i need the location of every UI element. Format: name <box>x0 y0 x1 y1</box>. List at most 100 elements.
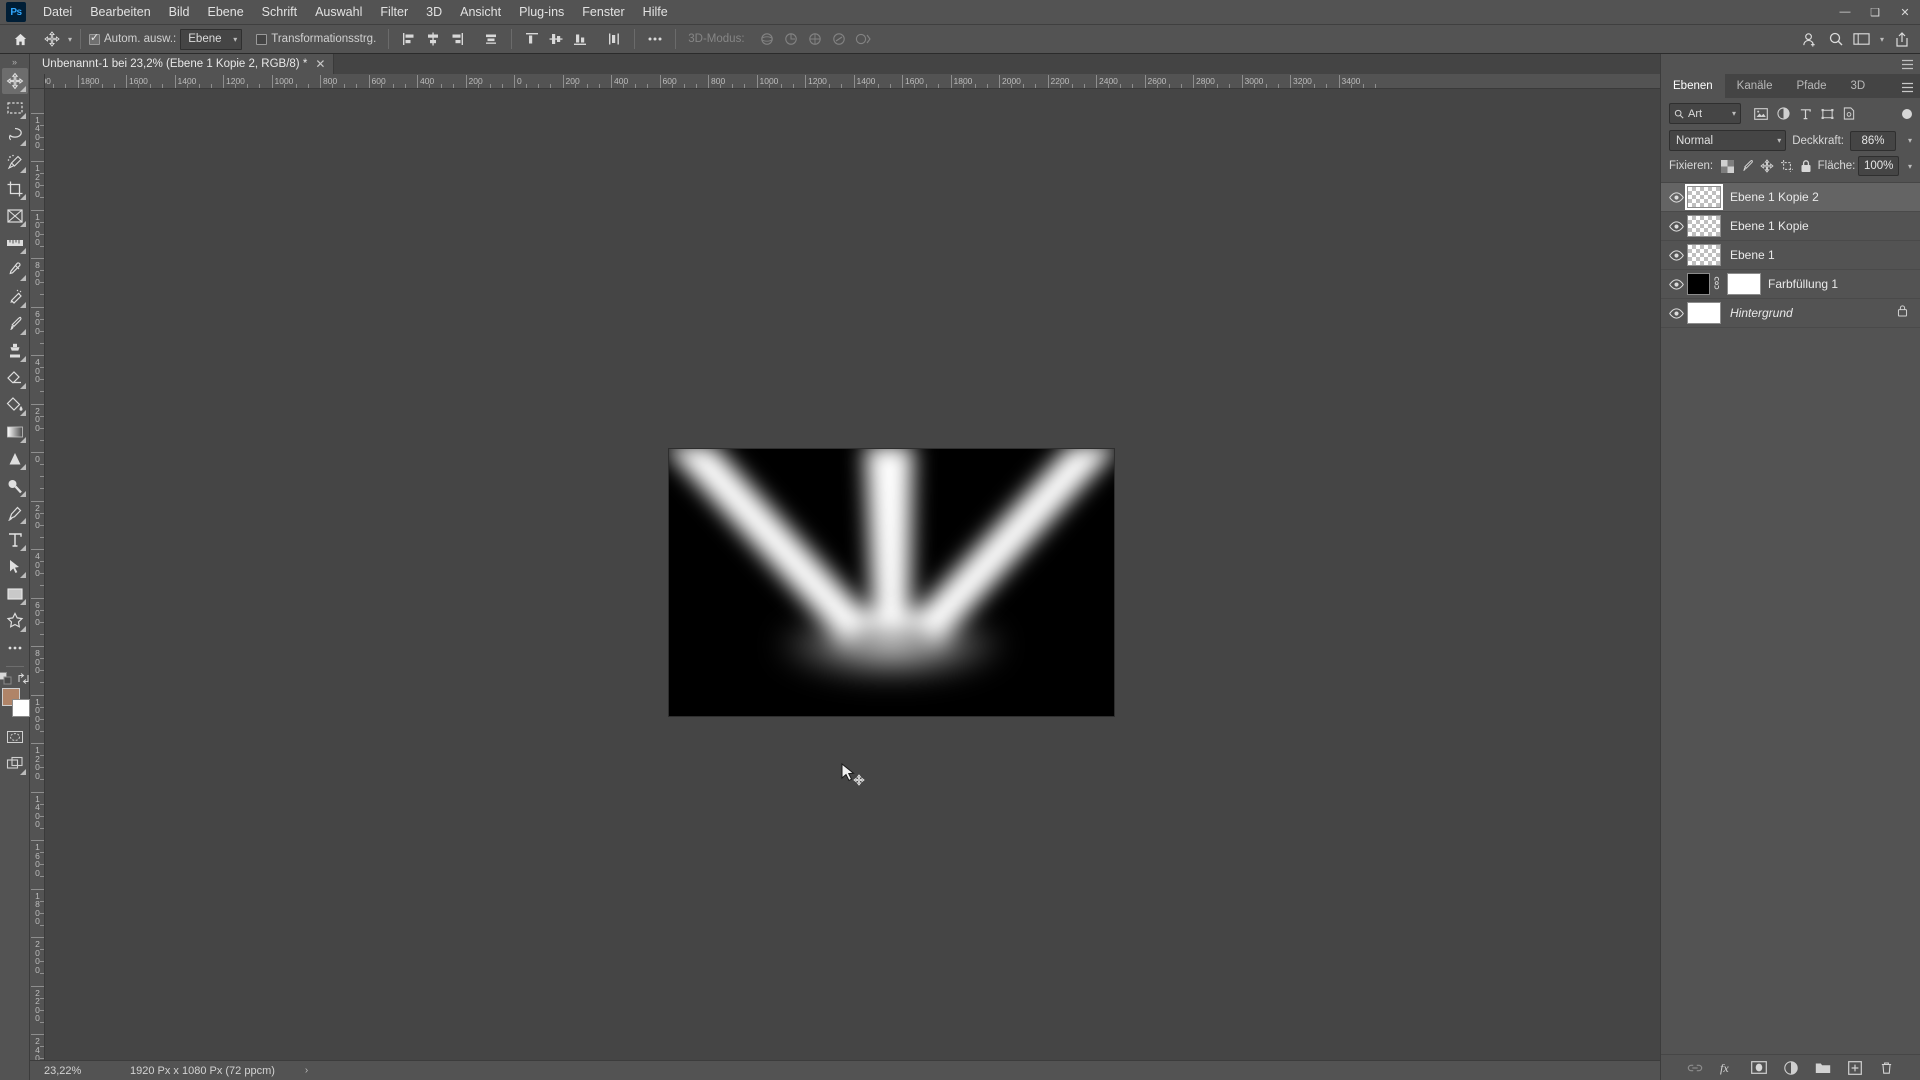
move-tool-icon[interactable] <box>42 29 62 49</box>
shape-filter-icon[interactable] <box>1817 104 1837 124</box>
panel-expand-handle[interactable] <box>1661 54 1920 74</box>
spot-healing-brush-tool[interactable] <box>2 284 28 310</box>
pixel-filter-icon[interactable] <box>1751 104 1771 124</box>
quick-mask-icon[interactable] <box>2 724 28 750</box>
tab-pfade[interactable]: Pfade <box>1784 74 1839 98</box>
rectangle-tool[interactable] <box>2 581 28 607</box>
align-left-icon[interactable] <box>397 28 421 50</box>
menu-item-3d[interactable]: 3D <box>417 2 451 22</box>
menu-item-hilfe[interactable]: Hilfe <box>634 2 677 22</box>
menu-item-bild[interactable]: Bild <box>160 2 199 22</box>
background-color-swatch[interactable] <box>11 699 30 717</box>
tab-kan-le[interactable]: Kanäle <box>1724 74 1785 98</box>
eyedropper-tool[interactable] <box>2 257 28 283</box>
maximize-button[interactable]: ❑ <box>1860 0 1890 24</box>
new-group-icon[interactable] <box>1814 1059 1832 1077</box>
ruler-corner[interactable] <box>30 74 45 89</box>
fill-input[interactable]: 100% <box>1858 156 1900 176</box>
crop-tool[interactable] <box>2 176 28 202</box>
eraser-tool[interactable] <box>2 365 28 391</box>
lock-artboard-icon[interactable] <box>1778 157 1795 176</box>
more-options-icon[interactable] <box>643 28 667 50</box>
lock-transparency-icon[interactable] <box>1719 157 1736 176</box>
menu-item-fenster[interactable]: Fenster <box>573 2 633 22</box>
edit-toolbar-tool[interactable] <box>2 635 28 661</box>
lock-all-icon[interactable] <box>1798 157 1815 176</box>
layer-filter-select[interactable]: Art ▾ <box>1669 103 1741 124</box>
layer-thumbnail[interactable] <box>1687 244 1721 266</box>
layer-row[interactable]: Hintergrund <box>1661 299 1920 328</box>
align-center-h-icon[interactable] <box>421 28 445 50</box>
lock-position-icon[interactable] <box>1759 157 1776 176</box>
eye-icon[interactable] <box>1665 278 1687 290</box>
menu-item-auswahl[interactable]: Auswahl <box>306 2 371 22</box>
share-icon[interactable] <box>1890 28 1914 50</box>
distribute-h-icon[interactable] <box>479 28 503 50</box>
vertical-ruler[interactable]: 1400 1200 1000 800 600 400 200 0 200 400 600 800 100… <box>30 89 45 1060</box>
move-tool[interactable] <box>1 68 28 94</box>
layer-name[interactable]: Ebene 1 Kopie <box>1730 219 1920 233</box>
brush-tool[interactable] <box>2 311 28 337</box>
canvas-area[interactable] <box>45 89 1660 1060</box>
eye-icon[interactable] <box>1665 220 1687 232</box>
close-icon[interactable]: ✕ <box>315 57 325 71</box>
tab-3d[interactable]: 3D <box>1838 74 1878 98</box>
path-selection-tool[interactable] <box>2 554 28 580</box>
layer-name[interactable]: Hintergrund <box>1730 306 1897 320</box>
layer-style-fx-icon[interactable]: fx <box>1718 1059 1736 1077</box>
menu-item-filter[interactable]: Filter <box>371 2 417 22</box>
smartobject-filter-icon[interactable] <box>1839 104 1859 124</box>
artboard[interactable] <box>669 449 1114 716</box>
screen-mode-icon[interactable] <box>2 751 28 777</box>
delete-layer-icon[interactable] <box>1878 1059 1896 1077</box>
fill-chevron-icon[interactable]: ▾ <box>1908 162 1912 171</box>
status-expand-icon[interactable]: › <box>305 1065 308 1076</box>
dodge-tool[interactable] <box>2 473 28 499</box>
type-filter-icon[interactable] <box>1795 104 1815 124</box>
align-middle-v-icon[interactable] <box>544 28 568 50</box>
quick-selection-tool[interactable] <box>2 149 28 175</box>
layer-row[interactable]: Farbfüllung 1 <box>1661 270 1920 299</box>
document-tab[interactable]: Unbenannt-1 bei 23,2% (Ebene 1 Kopie 2, … <box>30 54 335 74</box>
distribute-v-icon[interactable] <box>602 28 626 50</box>
add-mask-icon[interactable] <box>1750 1059 1768 1077</box>
layer-name[interactable]: Ebene 1 Kopie 2 <box>1730 190 1920 204</box>
menu-item-bearbeiten[interactable]: Bearbeiten <box>81 2 159 22</box>
paint-bucket-tool[interactable] <box>2 392 28 418</box>
menu-item-plug-ins[interactable]: Plug-ins <box>510 2 573 22</box>
minimize-button[interactable]: — <box>1830 0 1860 24</box>
menu-item-ansicht[interactable]: Ansicht <box>451 2 510 22</box>
chevron-down-icon[interactable]: ▾ <box>1880 35 1884 44</box>
new-layer-icon[interactable] <box>1846 1059 1864 1077</box>
custom-shape-tool[interactable] <box>2 608 28 634</box>
eye-icon[interactable] <box>1665 307 1687 319</box>
swap-colors-icon[interactable] <box>17 671 31 685</box>
opacity-input[interactable]: 86% <box>1849 130 1896 151</box>
blend-mode-select[interactable]: Normal ▾ <box>1669 130 1787 151</box>
tool-preset-chevron-icon[interactable]: ▾ <box>68 35 72 44</box>
eye-icon[interactable] <box>1665 249 1687 261</box>
rectangular-marquee-tool[interactable] <box>2 95 28 121</box>
home-icon[interactable] <box>8 28 32 50</box>
ruler-tool[interactable] <box>2 230 28 256</box>
eye-icon[interactable] <box>1665 191 1687 203</box>
auto-select-checkbox[interactable] <box>89 31 101 45</box>
toolbar-collapse-handle[interactable]: » <box>12 56 17 68</box>
workspace-icon[interactable] <box>1850 28 1874 50</box>
align-bottom-icon[interactable] <box>568 28 592 50</box>
frame-tool[interactable] <box>2 203 28 229</box>
pen-tool[interactable] <box>2 500 28 526</box>
transform-controls-checkbox[interactable] <box>256 33 268 45</box>
layer-thumbnail[interactable] <box>1685 184 1723 210</box>
menu-item-schrift[interactable]: Schrift <box>253 2 306 22</box>
gradient-tool[interactable] <box>2 419 28 445</box>
layer-row[interactable]: Ebene 1 Kopie 2 <box>1661 183 1920 212</box>
layer-row[interactable]: Ebene 1 <box>1661 241 1920 270</box>
tab-ebenen[interactable]: Ebenen <box>1661 74 1725 98</box>
clone-stamp-tool[interactable] <box>2 338 28 364</box>
auto-select-scope-select[interactable]: Ebene ▾ <box>180 28 243 50</box>
horizontal-ruler[interactable]: 2000180016001400120010008006004002000200… <box>45 74 1660 89</box>
add-user-icon[interactable] <box>1798 28 1822 50</box>
layer-mask-thumbnail[interactable] <box>1727 273 1761 295</box>
blur-tool[interactable] <box>2 446 28 472</box>
